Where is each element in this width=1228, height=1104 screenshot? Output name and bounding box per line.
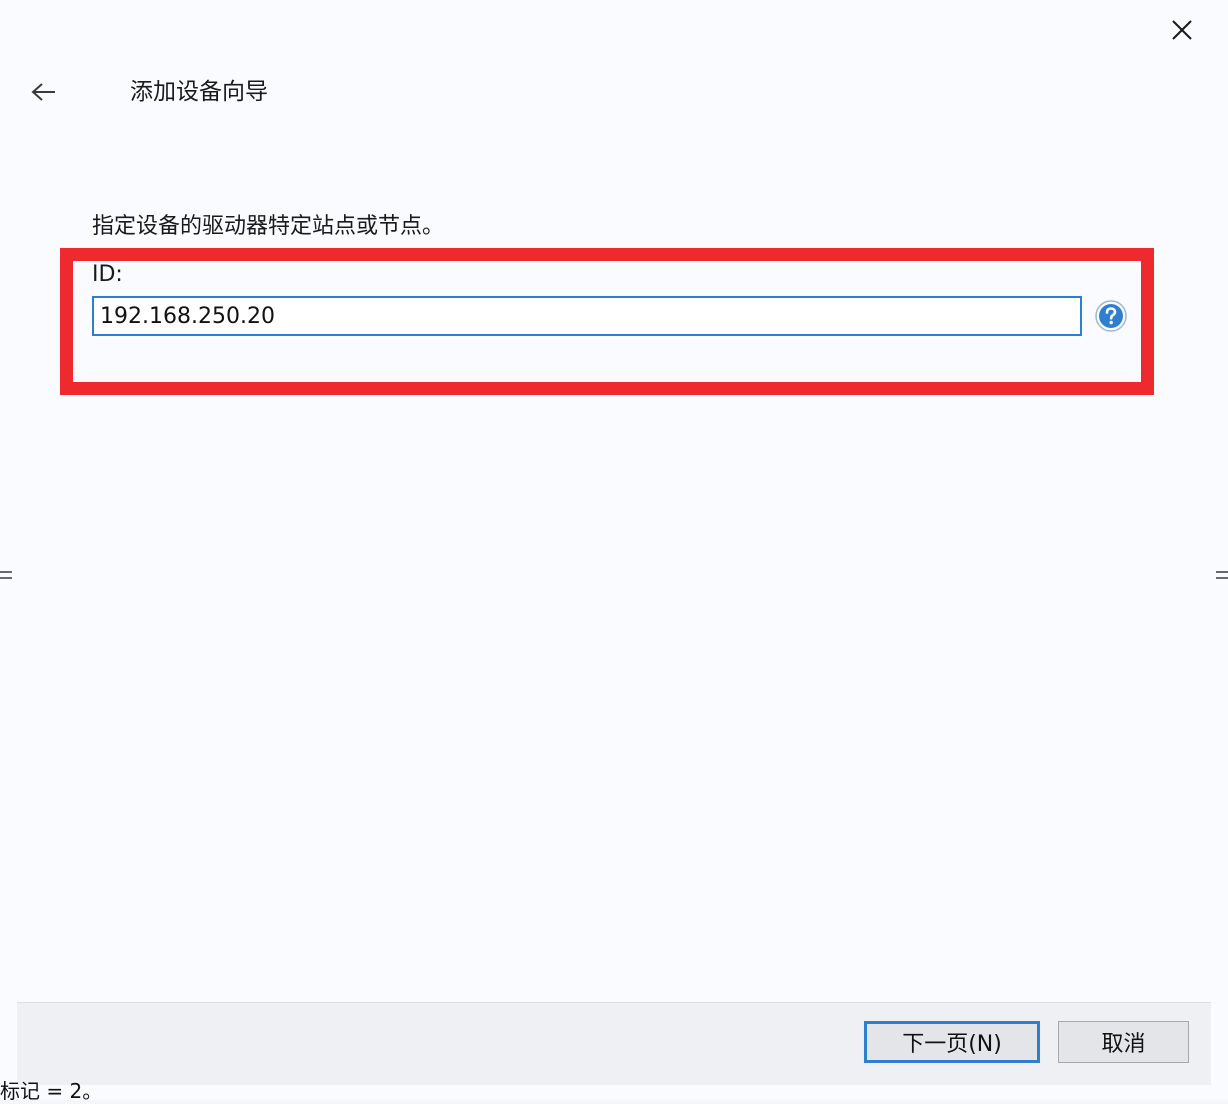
help-icon [1095,300,1127,332]
wizard-title: 添加设备向导 [130,79,268,105]
close-button[interactable] [1160,10,1204,50]
help-button[interactable] [1095,300,1127,332]
next-page-button[interactable]: 下一页(N) [864,1021,1040,1063]
back-button[interactable] [24,72,64,112]
cancel-button[interactable]: 取消 [1058,1021,1189,1063]
add-device-wizard-window: 添加设备向导 指定设备的驱动器特定站点或节点。 ID: 下一页(N) 取消 标记… [0,0,1228,1103]
arrow-left-icon [31,83,55,101]
id-input[interactable] [92,296,1082,336]
left-resize-marker [0,571,12,579]
instruction-text: 指定设备的驱动器特定站点或节点。 [92,214,445,239]
close-icon [1172,20,1192,40]
id-label: ID: [92,262,123,287]
cropped-caption-text: 标记 = 2。 [0,1079,103,1103]
right-resize-marker [1216,571,1228,579]
